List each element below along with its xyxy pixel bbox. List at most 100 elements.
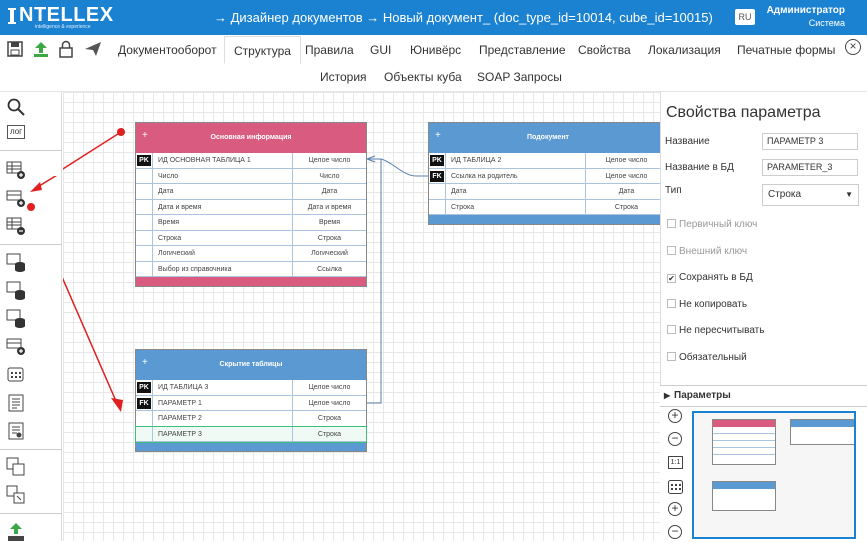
copy-icon[interactable] [6,457,26,477]
database-icon[interactable] [6,252,26,272]
table-hidden[interactable]: + Скрытие таблицы PK ИД ТАБЛИЦА 3 Целое чис… [135,349,367,452]
checkbox-label: Первичный ключ [679,219,758,230]
table-header[interactable]: + Основная информация [136,123,366,153]
diagram-canvas[interactable]: + Основная информация PK ИД ОСНОВНАЯ ТАБЛИ… [63,92,660,541]
grid-icon[interactable] [6,365,26,385]
table-header[interactable]: + Подокумент [429,123,660,153]
type-select[interactable]: Строка ▼ [762,184,859,206]
add-row-icon[interactable] [6,188,26,208]
minimap-resize-handle[interactable] [854,537,856,539]
relation-line [367,158,382,404]
checkbox-3[interactable]: ✔ Сохранять в БД [667,272,753,283]
zoom-reset-button[interactable]: 1:1 [668,456,683,469]
document-icon[interactable] [6,393,26,413]
table-row[interactable]: PK ИД ТАБЛИЦА 3 Целое число [136,380,366,396]
table-footer [136,277,366,286]
minimap-table-sub [790,419,854,445]
table-row[interactable]: Строка Строка [429,199,660,215]
field-name: Дата [451,188,467,195]
table-subdocument[interactable]: + Подокумент PK ИД ТАБЛИЦА 2 Целое число FK С… [428,122,660,225]
send-icon[interactable] [84,40,102,58]
checkbox-checked-icon[interactable]: ✔ [667,274,676,283]
table-row[interactable]: Число Число [136,168,366,184]
logo[interactable]: NTELLEX intelligence & experience [8,4,120,31]
field-type: Дата и время [292,199,366,215]
navigator-panel: + − 1:1 + − [660,407,867,541]
table-row[interactable]: Дата и время Дата и время [136,199,366,215]
checkbox-2: Внешний ключ [667,245,747,257]
breadcrumb: → Дизайнер документов → Новый документ_ … [214,10,713,25]
minimap[interactable] [692,411,856,539]
table-row[interactable]: FK ПАРАМЕТР 1 Целое число [136,395,366,411]
table-row[interactable]: ПАРАМЕТР 3 Строка [135,425,367,443]
expand-icon[interactable]: + [435,121,441,151]
table-row[interactable]: PK ИД ТАБЛИЦА 2 Целое число [429,153,660,169]
tab-print-forms[interactable]: Печатные формы [728,36,844,64]
tab-gui[interactable]: GUI [361,36,400,64]
name-input[interactable]: ПАРАМЕТР 3 [762,133,858,150]
tab-rules[interactable]: Правила [296,36,363,64]
table-row[interactable]: Строка Строка [136,230,366,246]
table-header[interactable]: + Скрытие таблицы [136,350,366,380]
field-type: Дата [585,184,660,199]
key-badge: PK [137,155,151,166]
parameters-section-toggle[interactable]: ▶ Параметры [660,385,867,407]
annotation-dot-overlay [27,203,35,211]
table-row[interactable]: PK ИД ОСНОВНАЯ ТАБЛИЦА 1 Целое число [136,153,366,169]
upload-icon[interactable] [32,40,50,58]
search-icon[interactable] [6,97,26,117]
table-row[interactable]: Логический Логический [136,246,366,262]
tab-docflow[interactable]: Документооборот [109,36,226,64]
field-type: Строка [292,230,366,246]
user-info[interactable]: Администратор Система [767,5,845,29]
checkbox-icon[interactable] [667,325,676,334]
form-icon[interactable] [6,421,26,441]
tab-localization[interactable]: Локализация [639,36,730,64]
tab-view[interactable]: Представление [470,36,575,64]
lock-icon[interactable] [57,40,75,58]
export-icon[interactable] [6,522,26,542]
save-icon[interactable] [6,40,24,58]
tab-universe[interactable]: Юнивёрс [401,36,470,64]
checkbox-6[interactable]: Обязательный [667,351,747,363]
checkbox-5[interactable]: Не пересчитывать [667,325,764,336]
divider [0,150,62,151]
tab-structure[interactable]: Структура [224,36,301,64]
table-row[interactable]: ПАРАМЕТР 2 Строка [136,411,366,427]
checkbox-4[interactable]: Не копировать [667,298,747,310]
table-main-info[interactable]: + Основная информация PK ИД ОСНОВНАЯ ТАБЛИ… [135,122,367,287]
add-table-icon[interactable] [6,160,26,180]
database-icon-2[interactable] [6,280,26,300]
grid-icon[interactable] [668,480,683,494]
checkbox-icon[interactable] [667,298,676,308]
paste-icon[interactable] [6,485,26,505]
expand-icon[interactable]: + [142,121,148,151]
zoom-out-icon-2[interactable]: − [668,525,682,539]
zoom-in-icon[interactable]: + [668,409,682,423]
table-title: Скрытие таблицы [219,361,283,368]
tab-history[interactable]: История [320,70,367,84]
field-type: Целое число [292,395,366,411]
log-button[interactable]: лог [7,125,25,139]
table-row[interactable]: Время Время [136,215,366,231]
tab-soap[interactable]: SOAP Запросы [477,70,562,84]
key-badge: FK [430,170,444,182]
tab-cube-objects[interactable]: Объекты куба [384,70,462,84]
add-view-icon[interactable] [6,336,26,356]
expand-icon[interactable]: + [142,348,148,378]
checkbox-icon[interactable] [667,351,676,361]
field-type: Ссылка [292,261,366,277]
zoom-in-icon-2[interactable]: + [668,502,682,516]
zoom-out-icon[interactable]: − [668,432,682,446]
close-icon[interactable]: × [845,39,861,55]
panel-title: Свойства параметра [666,104,821,121]
table-row[interactable]: FK Ссылка на родитель Целое число [429,168,660,184]
table-row[interactable]: Дата Дата [136,184,366,200]
dbname-input[interactable]: PARAMETER_3 [762,159,858,176]
language-switch[interactable]: RU [735,9,755,25]
remove-table-icon[interactable] [6,216,26,236]
tab-properties[interactable]: Свойства [569,36,640,64]
table-row[interactable]: Дата Дата [429,184,660,200]
table-row[interactable]: Выбор из справочника Ссылка [136,261,366,277]
database-icon-3[interactable] [6,308,26,328]
